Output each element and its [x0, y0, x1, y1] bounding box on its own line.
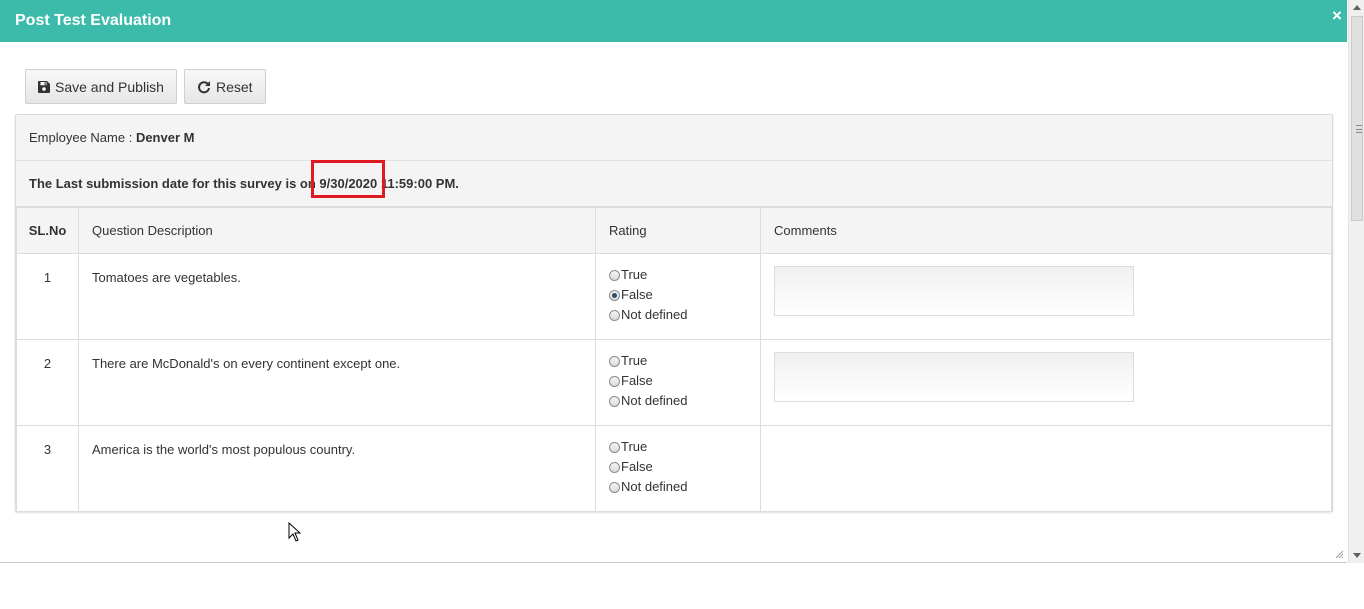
save-and-publish-label: Save and Publish [55, 78, 164, 95]
row-question-description: There are McDonald's on every continent … [78, 339, 596, 426]
rating-option-label: Not defined [621, 306, 688, 322]
table-header-row: SL.No Question Description Rating Commen… [16, 207, 1332, 254]
modal-header: Post Test Evaluation [0, 0, 1347, 42]
row-rating: True False Not defined [595, 339, 761, 426]
rating-option[interactable]: True [609, 350, 747, 370]
row-sl-no: 3 [16, 425, 79, 512]
table-row: 3 America is the world's most populous co… [16, 425, 1332, 512]
row-rating: True False Not defined [595, 253, 761, 340]
reset-button[interactable]: Reset [183, 69, 266, 104]
rating-option[interactable]: True [609, 436, 747, 456]
row-comments [760, 425, 1332, 512]
rating-option[interactable]: False [609, 284, 747, 304]
rating-option-label: True [621, 266, 648, 282]
row-sl-no: 2 [16, 339, 79, 426]
employee-name-row: Employee Name : Denver M [16, 115, 1332, 161]
employee-name-value: Denver M [135, 130, 195, 145]
radio-button[interactable] [609, 289, 620, 301]
reset-label: Reset [215, 78, 253, 95]
row-question-description: America is the world's most populous cou… [78, 425, 596, 512]
rating-option-label: Not defined [621, 392, 688, 408]
radio-button[interactable] [609, 269, 620, 281]
submission-date: 9/30/2020 [319, 176, 378, 191]
rating-radio-group: True False Not defined [609, 350, 747, 410]
radio-button[interactable] [609, 481, 620, 493]
scrollbar-thumb[interactable] [1351, 16, 1363, 221]
rating-option[interactable]: Not defined [609, 390, 747, 410]
row-question-description: Tomatoes are vegetables. [78, 253, 596, 340]
row-rating: True False Not defined [595, 425, 761, 512]
resize-grip-icon[interactable] [1335, 547, 1344, 562]
refresh-icon [197, 80, 211, 94]
row-comments [760, 253, 1332, 340]
radio-button[interactable] [609, 375, 620, 387]
submission-date-suffix: 11:59:00 PM. [377, 176, 459, 191]
toolbar: Save and Publish Reset [25, 69, 266, 104]
save-and-publish-button[interactable]: Save and Publish [25, 69, 177, 104]
row-comments [760, 339, 1332, 426]
rating-option[interactable]: False [609, 370, 747, 390]
rating-radio-group: True False Not defined [609, 264, 747, 324]
rating-option[interactable]: Not defined [609, 476, 747, 496]
row-sl-no: 1 [16, 253, 79, 340]
save-icon [38, 80, 50, 93]
rating-option-label: False [621, 372, 653, 388]
submission-date-row: The Last submission date for this survey… [16, 160, 1332, 207]
rating-option-label: False [621, 286, 653, 302]
modal-title: Post Test Evaluation [15, 12, 172, 29]
radio-button[interactable] [609, 395, 620, 407]
rating-option[interactable]: Not defined [609, 304, 747, 324]
header-comments: Comments [760, 207, 1332, 254]
questions-table: SL.No Question Description Rating Commen… [16, 207, 1332, 512]
vertical-scrollbar[interactable] [1348, 0, 1364, 563]
scroll-down-arrow-icon[interactable] [1353, 553, 1361, 558]
rating-option-label: Not defined [621, 478, 688, 494]
post-test-evaluation-modal: Post Test Evaluation × Save and Publish … [0, 0, 1347, 563]
scroll-up-arrow-icon[interactable] [1353, 5, 1361, 10]
radio-button[interactable] [609, 461, 620, 473]
comment-textarea[interactable] [774, 266, 1134, 316]
rating-option-label: True [621, 438, 648, 454]
radio-button[interactable] [609, 355, 620, 367]
grip-icon [1356, 125, 1362, 133]
header-question-description: Question Description [78, 207, 596, 254]
radio-button[interactable] [609, 309, 620, 321]
rating-radio-group: True False Not defined [609, 436, 747, 496]
close-icon[interactable]: × [1329, 7, 1345, 25]
table-row: 2 There are McDonald's on every continent… [16, 339, 1332, 426]
mouse-cursor-icon [288, 521, 302, 545]
rating-option[interactable]: False [609, 456, 747, 476]
rating-option[interactable]: True [609, 264, 747, 284]
submission-date-highlight: 9/30/2020 [311, 160, 386, 198]
rating-option-label: False [621, 458, 653, 474]
comment-textarea[interactable] [774, 352, 1134, 402]
submission-date-prefix: The Last submission date for this survey… [29, 176, 320, 191]
header-rating: Rating [595, 207, 761, 254]
table-row: 1 Tomatoes are vegetables. True False Not de… [16, 253, 1332, 340]
radio-button[interactable] [609, 441, 620, 453]
header-sl-no: SL.No [16, 207, 79, 254]
evaluation-panel: Employee Name : Denver M The Last submis… [15, 114, 1333, 512]
employee-name-label: Employee Name : [29, 130, 136, 145]
rating-option-label: True [621, 352, 648, 368]
